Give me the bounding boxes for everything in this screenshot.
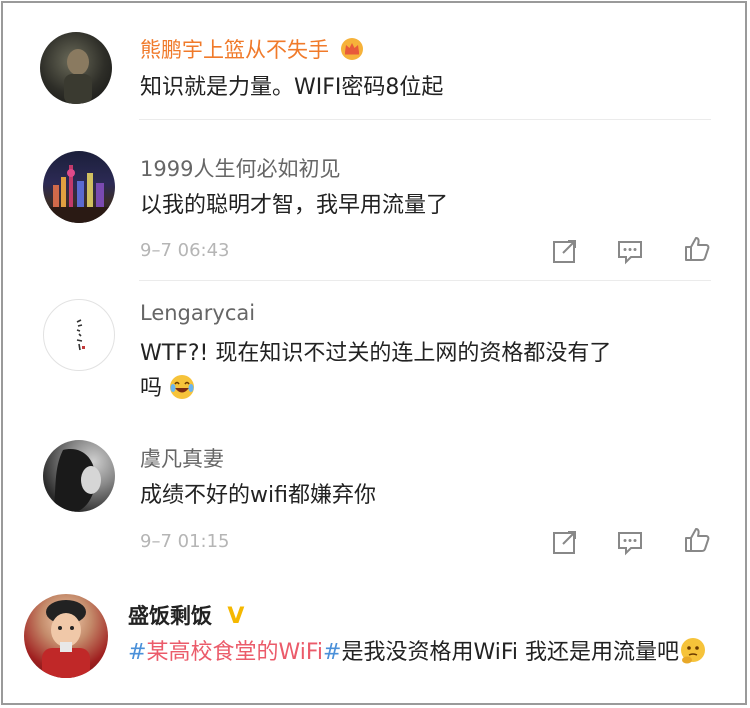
username-text[interactable]: 盛饭剩饭 [128, 604, 212, 628]
share-icon[interactable] [551, 237, 579, 265]
comment-username[interactable]: 虞凡真妻 [140, 443, 224, 473]
comment-text-tail: 吗 [140, 376, 163, 401]
comment-timestamp: 9–7 06:43 [140, 240, 230, 261]
avatar-image [64, 49, 92, 104]
share-icon[interactable] [551, 528, 579, 556]
comment-text: 成绩不好的wifi都嫌弃你 [140, 483, 376, 508]
comment-icon[interactable] [616, 528, 644, 556]
repost-body: 是我没资格用WiFi 我还是用流量吧 [341, 640, 679, 665]
comment-timestamp: 9–7 01:15 [140, 531, 230, 552]
child-photo-image [42, 600, 90, 678]
avatar[interactable] [43, 440, 115, 512]
thinking-emoji [680, 638, 705, 664]
avatar[interactable] [43, 299, 115, 371]
divider [139, 280, 711, 281]
city-skyline-image [43, 165, 115, 223]
repost-text: #某高校食堂的WiFi#是我没资格用WiFi 我还是用流量吧 [128, 635, 707, 671]
username-text[interactable]: 熊鹏宇上篮从不失手 [140, 38, 329, 62]
comment-text-line2: 吗 [140, 371, 195, 407]
like-icon[interactable] [683, 235, 711, 263]
comment-username[interactable]: 熊鹏宇上篮从不失手 [140, 34, 364, 64]
verified-badge-icon: V [227, 604, 245, 629]
avatar[interactable] [43, 151, 115, 223]
comment-feed: 熊鹏宇上篮从不失手 知识就是力量。WIFI密码8位起 1999人生何必如初见 以… [1, 1, 747, 705]
comment-text: WTF?! 现在知识不过关的连上网的资格都没有了 [140, 341, 612, 366]
topic-link[interactable]: 某高校食堂的WiFi [146, 640, 323, 665]
topic-hash-open: # [128, 640, 147, 665]
comment-icon[interactable] [616, 237, 644, 265]
repost-username[interactable]: 盛饭剩饭 V [128, 600, 244, 630]
comment-username[interactable]: 1999人生何必如初见 [140, 153, 340, 183]
topic-hash-close: # [323, 640, 342, 665]
crown-icon [340, 38, 363, 60]
avatar-image [53, 449, 101, 512]
comment-text: 知识就是力量。WIFI密码8位起 [140, 75, 444, 100]
calligraphy-logo [76, 319, 85, 351]
avatar[interactable] [24, 594, 108, 678]
like-icon[interactable] [683, 526, 711, 554]
laughing-tears-emoji [170, 375, 195, 399]
comment-text: 以我的聪明才智，我早用流量了 [140, 193, 449, 218]
comment-username[interactable]: Lengarycai [140, 301, 255, 325]
avatar[interactable] [40, 32, 112, 104]
divider [139, 119, 711, 120]
